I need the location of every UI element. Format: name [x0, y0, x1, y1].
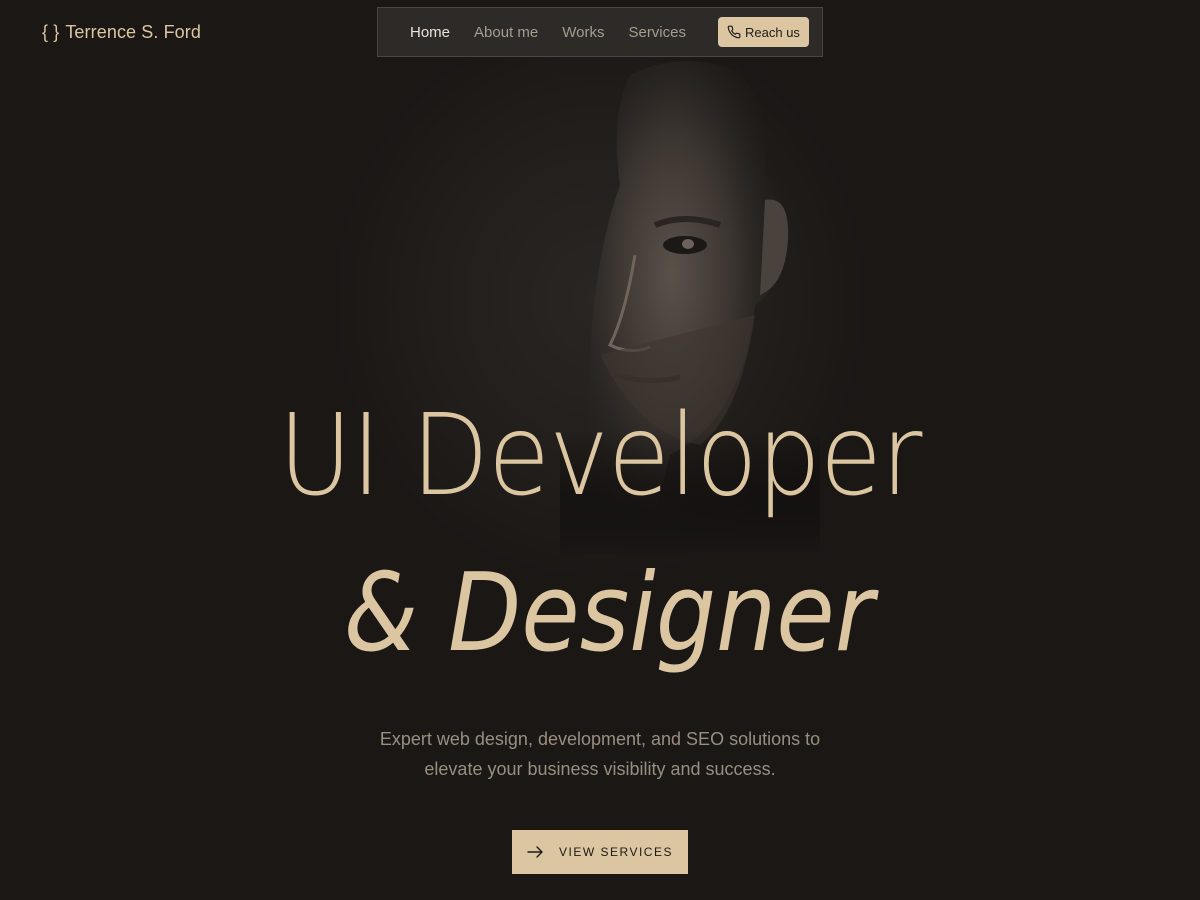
tagline-line-2: elevate your business visibility and suc… — [424, 759, 776, 779]
brand-braces: { } — [42, 22, 60, 42]
view-services-button[interactable]: VIEW SERVICES — [512, 830, 688, 874]
brand-logo[interactable]: { } Terrence S. Ford — [42, 22, 201, 43]
tagline-line-1: Expert web design, development, and SEO … — [379, 729, 821, 749]
headline-primary: UI Developer — [278, 391, 922, 521]
reach-us-label: Reach us — [745, 24, 800, 40]
brand-name: Terrence S. Ford — [65, 22, 201, 42]
arrow-right-icon — [527, 846, 543, 858]
phone-icon — [727, 25, 741, 39]
view-services-label: VIEW SERVICES — [559, 845, 673, 859]
reach-us-button[interactable]: Reach us — [718, 17, 809, 47]
nav-item-services[interactable]: Services — [628, 24, 686, 41]
headline-secondary: & Designer — [343, 551, 874, 676]
nav-item-works[interactable]: Works — [562, 24, 604, 41]
nav-item-about[interactable]: About me — [474, 24, 538, 41]
hero-tagline: Expert web design, development, and SEO … — [350, 724, 850, 784]
main-nav: Home About me Works Services Reach us — [377, 7, 823, 57]
nav-item-home[interactable]: Home — [410, 24, 450, 41]
